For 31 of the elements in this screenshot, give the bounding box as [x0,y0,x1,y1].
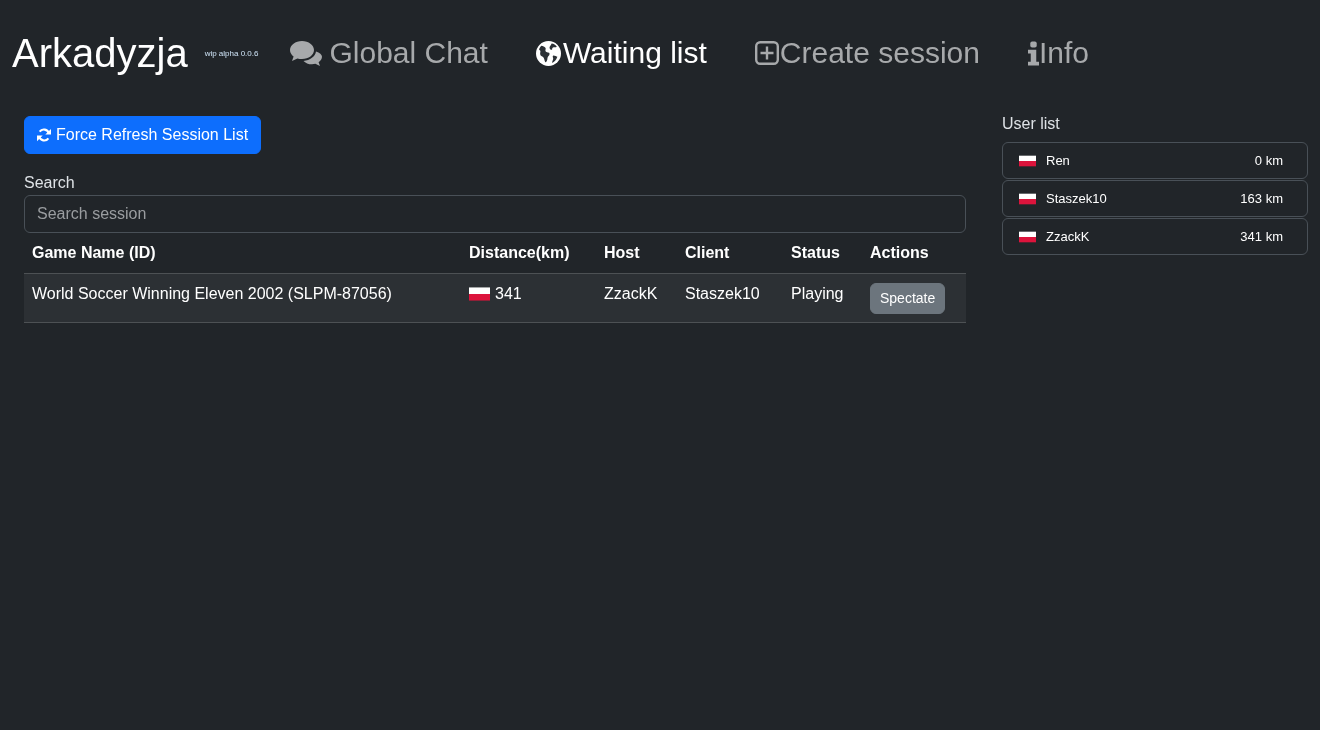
table-cell: Playing [783,273,862,323]
flag-icon [1019,230,1036,243]
app-title: Arkadyzja [12,30,188,77]
nav-tab[interactable]: Global Chat [266,35,512,71]
plus-square-icon [754,41,779,65]
user-distance: 163 km [1240,189,1283,208]
user-distance: 0 km [1254,151,1283,170]
refresh-icon [37,128,51,142]
user-list-title: User list [1002,114,1061,134]
spectate-button[interactable]: Spectate [870,283,946,314]
flag-icon [469,286,490,302]
user-name: ZzackK [1046,227,1090,246]
search-field[interactable]: Search session [24,195,966,233]
chat-icon [290,40,323,66]
nav-tab[interactable]: Waiting list [511,35,731,71]
table-cell: Staszek10 [677,273,783,323]
globe-icon [535,40,561,66]
nav-tab[interactable]: Info [1003,35,1113,71]
user-distance: 341 km [1240,227,1283,246]
table-cell: ZzackK [596,273,677,323]
flag-icon [1019,154,1036,167]
user-name: Ren [1046,151,1070,170]
table-cell: World Soccer Winning Eleven 2002 (SLPM-87056) [24,273,461,323]
refresh-button[interactable]: Force Refresh Session List [24,116,262,154]
distance-text: 341 [495,284,522,304]
info-icon [1027,40,1039,66]
search-label: Search [24,173,76,193]
version-label: wip alpha 0.0.6 [204,49,259,59]
flag-icon [1019,192,1036,205]
user-name: Staszek10 [1046,189,1107,208]
nav-tab[interactable]: Create session [730,35,1004,71]
